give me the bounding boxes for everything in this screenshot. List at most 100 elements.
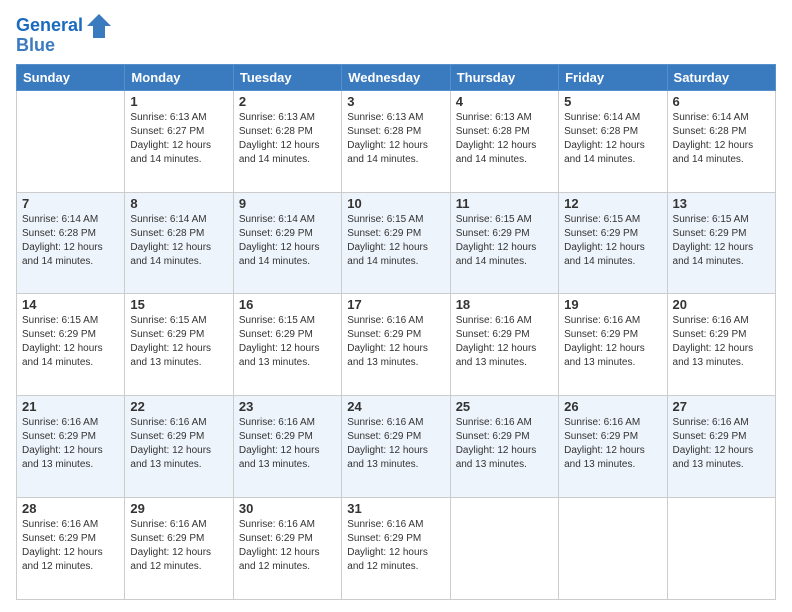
day-number: 21 — [22, 399, 119, 414]
day-info: Sunrise: 6:16 AM Sunset: 6:29 PM Dayligh… — [239, 416, 336, 472]
day-info: Sunrise: 6:16 AM Sunset: 6:29 PM Dayligh… — [22, 416, 119, 472]
day-number: 15 — [130, 297, 227, 312]
day-info: Sunrise: 6:15 AM Sunset: 6:29 PM Dayligh… — [456, 213, 553, 269]
calendar-cell — [559, 498, 667, 600]
day-info: Sunrise: 6:16 AM Sunset: 6:29 PM Dayligh… — [456, 416, 553, 472]
calendar-cell: 22 Sunrise: 6:16 AM Sunset: 6:29 PM Dayli… — [125, 396, 233, 498]
day-info: Sunrise: 6:16 AM Sunset: 6:29 PM Dayligh… — [130, 518, 227, 574]
calendar-cell: 1 Sunrise: 6:13 AM Sunset: 6:27 PM Daylig… — [125, 90, 233, 192]
day-number: 2 — [239, 94, 336, 109]
day-info: Sunrise: 6:15 AM Sunset: 6:29 PM Dayligh… — [239, 314, 336, 370]
day-number: 11 — [456, 196, 553, 211]
day-number: 13 — [673, 196, 770, 211]
calendar-header-thursday: Thursday — [450, 64, 558, 90]
calendar-cell: 30Sunrise: 6:16 AM Sunset: 6:29 PM Dayli… — [233, 498, 341, 600]
calendar-cell — [17, 90, 125, 192]
calendar-week-row: 7 Sunrise: 6:14 AM Sunset: 6:28 PM Daylig… — [17, 192, 776, 294]
day-info: Sunrise: 6:16 AM Sunset: 6:29 PM Dayligh… — [22, 518, 119, 574]
calendar-cell: 10Sunrise: 6:15 AM Sunset: 6:29 PM Dayli… — [342, 192, 450, 294]
calendar-cell: 18 Sunrise: 6:16 AM Sunset: 6:29 PM Dayli… — [450, 294, 558, 396]
day-number: 26 — [564, 399, 661, 414]
calendar-header-wednesday: Wednesday — [342, 64, 450, 90]
calendar-cell: 13 Sunrise: 6:15 AM Sunset: 6:29 PM Dayli… — [667, 192, 775, 294]
calendar-cell: 24Sunrise: 6:16 AM Sunset: 6:29 PM Dayli… — [342, 396, 450, 498]
calendar-cell: 15Sunrise: 6:15 AM Sunset: 6:29 PM Dayli… — [125, 294, 233, 396]
day-number: 18 — [456, 297, 553, 312]
calendar-cell — [667, 498, 775, 600]
day-info: Sunrise: 6:16 AM Sunset: 6:29 PM Dayligh… — [347, 518, 444, 574]
logo-text: General — [16, 16, 83, 36]
day-number: 28 — [22, 501, 119, 516]
day-info: Sunrise: 6:16 AM Sunset: 6:29 PM Dayligh… — [239, 518, 336, 574]
calendar-cell: 2 Sunrise: 6:13 AM Sunset: 6:28 PM Daylig… — [233, 90, 341, 192]
calendar-cell: 11 Sunrise: 6:15 AM Sunset: 6:29 PM Dayli… — [450, 192, 558, 294]
day-number: 14 — [22, 297, 119, 312]
day-info: Sunrise: 6:13 AM Sunset: 6:28 PM Dayligh… — [239, 111, 336, 167]
calendar-cell: 29 Sunrise: 6:16 AM Sunset: 6:29 PM Dayli… — [125, 498, 233, 600]
calendar-cell: 8 Sunrise: 6:14 AM Sunset: 6:28 PM Daylig… — [125, 192, 233, 294]
day-number: 25 — [456, 399, 553, 414]
day-info: Sunrise: 6:13 AM Sunset: 6:28 PM Dayligh… — [456, 111, 553, 167]
day-number: 8 — [130, 196, 227, 211]
day-number: 19 — [564, 297, 661, 312]
day-info: Sunrise: 6:15 AM Sunset: 6:29 PM Dayligh… — [22, 314, 119, 370]
calendar-week-row: 21 Sunrise: 6:16 AM Sunset: 6:29 PM Dayli… — [17, 396, 776, 498]
day-info: Sunrise: 6:13 AM Sunset: 6:28 PM Dayligh… — [347, 111, 444, 167]
calendar-cell: 7 Sunrise: 6:14 AM Sunset: 6:28 PM Daylig… — [17, 192, 125, 294]
calendar-header-sunday: Sunday — [17, 64, 125, 90]
day-info: Sunrise: 6:14 AM Sunset: 6:28 PM Dayligh… — [564, 111, 661, 167]
calendar-cell: 31Sunrise: 6:16 AM Sunset: 6:29 PM Dayli… — [342, 498, 450, 600]
calendar-cell: 4 Sunrise: 6:13 AM Sunset: 6:28 PM Daylig… — [450, 90, 558, 192]
day-info: Sunrise: 6:15 AM Sunset: 6:29 PM Dayligh… — [347, 213, 444, 269]
day-info: Sunrise: 6:14 AM Sunset: 6:28 PM Dayligh… — [130, 213, 227, 269]
day-info: Sunrise: 6:14 AM Sunset: 6:28 PM Dayligh… — [22, 213, 119, 269]
calendar-cell: 9 Sunrise: 6:14 AM Sunset: 6:29 PM Daylig… — [233, 192, 341, 294]
calendar-week-row: 1 Sunrise: 6:13 AM Sunset: 6:27 PM Daylig… — [17, 90, 776, 192]
day-info: Sunrise: 6:16 AM Sunset: 6:29 PM Dayligh… — [564, 314, 661, 370]
day-number: 7 — [22, 196, 119, 211]
calendar-cell: 27Sunrise: 6:16 AM Sunset: 6:29 PM Dayli… — [667, 396, 775, 498]
day-number: 9 — [239, 196, 336, 211]
calendar-week-row: 28 Sunrise: 6:16 AM Sunset: 6:29 PM Dayli… — [17, 498, 776, 600]
day-info: Sunrise: 6:14 AM Sunset: 6:29 PM Dayligh… — [239, 213, 336, 269]
day-info: Sunrise: 6:16 AM Sunset: 6:29 PM Dayligh… — [564, 416, 661, 472]
day-info: Sunrise: 6:13 AM Sunset: 6:27 PM Dayligh… — [130, 111, 227, 167]
day-number: 29 — [130, 501, 227, 516]
calendar-cell: 16Sunrise: 6:15 AM Sunset: 6:29 PM Dayli… — [233, 294, 341, 396]
day-number: 17 — [347, 297, 444, 312]
calendar-cell: 26 Sunrise: 6:16 AM Sunset: 6:29 PM Dayli… — [559, 396, 667, 498]
calendar-cell — [450, 498, 558, 600]
day-info: Sunrise: 6:15 AM Sunset: 6:29 PM Dayligh… — [564, 213, 661, 269]
logo-icon — [85, 12, 113, 40]
calendar-header-tuesday: Tuesday — [233, 64, 341, 90]
day-info: Sunrise: 6:14 AM Sunset: 6:28 PM Dayligh… — [673, 111, 770, 167]
day-number: 3 — [347, 94, 444, 109]
day-number: 22 — [130, 399, 227, 414]
calendar-cell: 12 Sunrise: 6:15 AM Sunset: 6:29 PM Dayli… — [559, 192, 667, 294]
logo: General Blue — [16, 12, 113, 56]
calendar-cell: 5Sunrise: 6:14 AM Sunset: 6:28 PM Daylig… — [559, 90, 667, 192]
calendar-header-friday: Friday — [559, 64, 667, 90]
calendar-cell: 6 Sunrise: 6:14 AM Sunset: 6:28 PM Daylig… — [667, 90, 775, 192]
calendar-cell: 20Sunrise: 6:16 AM Sunset: 6:29 PM Dayli… — [667, 294, 775, 396]
calendar-cell: 28 Sunrise: 6:16 AM Sunset: 6:29 PM Dayli… — [17, 498, 125, 600]
day-number: 6 — [673, 94, 770, 109]
calendar-cell: 21 Sunrise: 6:16 AM Sunset: 6:29 PM Dayli… — [17, 396, 125, 498]
day-number: 23 — [239, 399, 336, 414]
logo-blue-text: Blue — [16, 36, 55, 56]
day-info: Sunrise: 6:15 AM Sunset: 6:29 PM Dayligh… — [673, 213, 770, 269]
calendar-header-row: SundayMondayTuesdayWednesdayThursdayFrid… — [17, 64, 776, 90]
day-number: 27 — [673, 399, 770, 414]
day-info: Sunrise: 6:16 AM Sunset: 6:29 PM Dayligh… — [130, 416, 227, 472]
day-info: Sunrise: 6:16 AM Sunset: 6:29 PM Dayligh… — [456, 314, 553, 370]
calendar-cell: 25 Sunrise: 6:16 AM Sunset: 6:29 PM Dayli… — [450, 396, 558, 498]
calendar-header-saturday: Saturday — [667, 64, 775, 90]
day-number: 24 — [347, 399, 444, 414]
page-header: General Blue — [16, 12, 776, 56]
calendar-week-row: 14 Sunrise: 6:15 AM Sunset: 6:29 PM Dayli… — [17, 294, 776, 396]
calendar-cell: 3 Sunrise: 6:13 AM Sunset: 6:28 PM Daylig… — [342, 90, 450, 192]
day-number: 12 — [564, 196, 661, 211]
day-number: 1 — [130, 94, 227, 109]
calendar-cell: 19 Sunrise: 6:16 AM Sunset: 6:29 PM Dayli… — [559, 294, 667, 396]
day-number: 4 — [456, 94, 553, 109]
